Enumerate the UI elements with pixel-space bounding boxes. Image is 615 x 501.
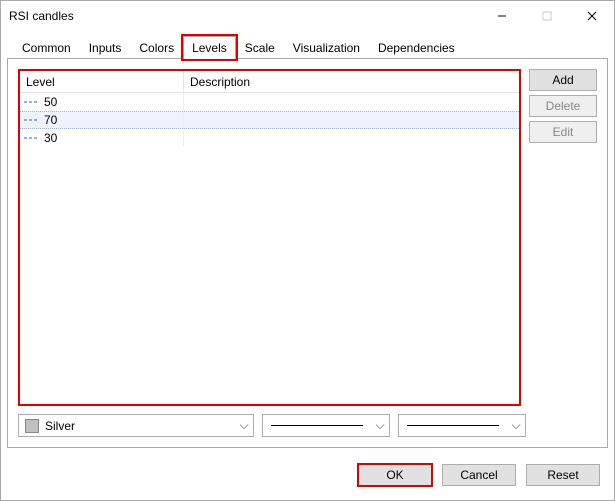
- tab-levels[interactable]: Levels: [183, 36, 236, 59]
- content-area: Common Inputs Colors Levels Scale Visual…: [1, 31, 614, 454]
- minimize-button[interactable]: [479, 1, 524, 31]
- line-style-icon: [24, 134, 38, 142]
- line-style-sample: [263, 425, 371, 426]
- line-width-sample: [399, 425, 507, 426]
- level-value: 30: [44, 131, 57, 145]
- tab-inputs[interactable]: Inputs: [80, 36, 131, 59]
- line-style-combo[interactable]: ⌵: [262, 414, 390, 437]
- line-width-combo[interactable]: ⌵: [398, 414, 526, 437]
- level-value: 50: [44, 95, 57, 109]
- chevron-down-icon: ⌵: [235, 418, 253, 433]
- style-row: Silver ⌵ ⌵ ⌵: [18, 414, 597, 437]
- tab-bar: Common Inputs Colors Levels Scale Visual…: [13, 35, 608, 58]
- tab-dependencies[interactable]: Dependencies: [369, 36, 464, 59]
- line-style-icon: [24, 98, 38, 106]
- table-header: Level Description: [20, 71, 519, 93]
- chevron-down-icon: ⌵: [507, 418, 525, 433]
- cancel-button[interactable]: Cancel: [442, 464, 516, 486]
- color-label: Silver: [45, 419, 235, 433]
- table-row[interactable]: 50: [20, 93, 519, 111]
- reset-button[interactable]: Reset: [526, 464, 600, 486]
- line-style-icon: [24, 116, 38, 124]
- maximize-button: [524, 1, 569, 31]
- edit-button: Edit: [529, 121, 597, 143]
- color-swatch: [25, 419, 39, 433]
- tab-common[interactable]: Common: [13, 36, 80, 59]
- tab-scale[interactable]: Scale: [236, 36, 284, 59]
- table-row[interactable]: 30: [20, 129, 519, 147]
- tab-panel-levels: Level Description 50: [7, 58, 608, 448]
- dialog-window: RSI candles Common Inputs Colors Levels …: [0, 0, 615, 501]
- level-value: 70: [44, 113, 57, 127]
- ok-button[interactable]: OK: [358, 464, 432, 486]
- levels-table[interactable]: Level Description 50: [18, 69, 521, 406]
- window-title: RSI candles: [9, 9, 479, 23]
- table-row[interactable]: 70: [20, 111, 519, 129]
- footer-buttons: OK Cancel Reset: [1, 454, 614, 500]
- table-body: 50 70: [20, 93, 519, 404]
- close-button[interactable]: [569, 1, 614, 31]
- column-header-level[interactable]: Level: [20, 71, 184, 92]
- side-buttons: Add Delete Edit: [529, 69, 597, 406]
- titlebar: RSI candles: [1, 1, 614, 31]
- add-button[interactable]: Add: [529, 69, 597, 91]
- chevron-down-icon: ⌵: [371, 418, 389, 433]
- delete-button: Delete: [529, 95, 597, 117]
- color-combo[interactable]: Silver ⌵: [18, 414, 254, 437]
- tab-colors[interactable]: Colors: [130, 36, 183, 59]
- column-header-description[interactable]: Description: [184, 75, 519, 89]
- tab-visualization[interactable]: Visualization: [284, 36, 369, 59]
